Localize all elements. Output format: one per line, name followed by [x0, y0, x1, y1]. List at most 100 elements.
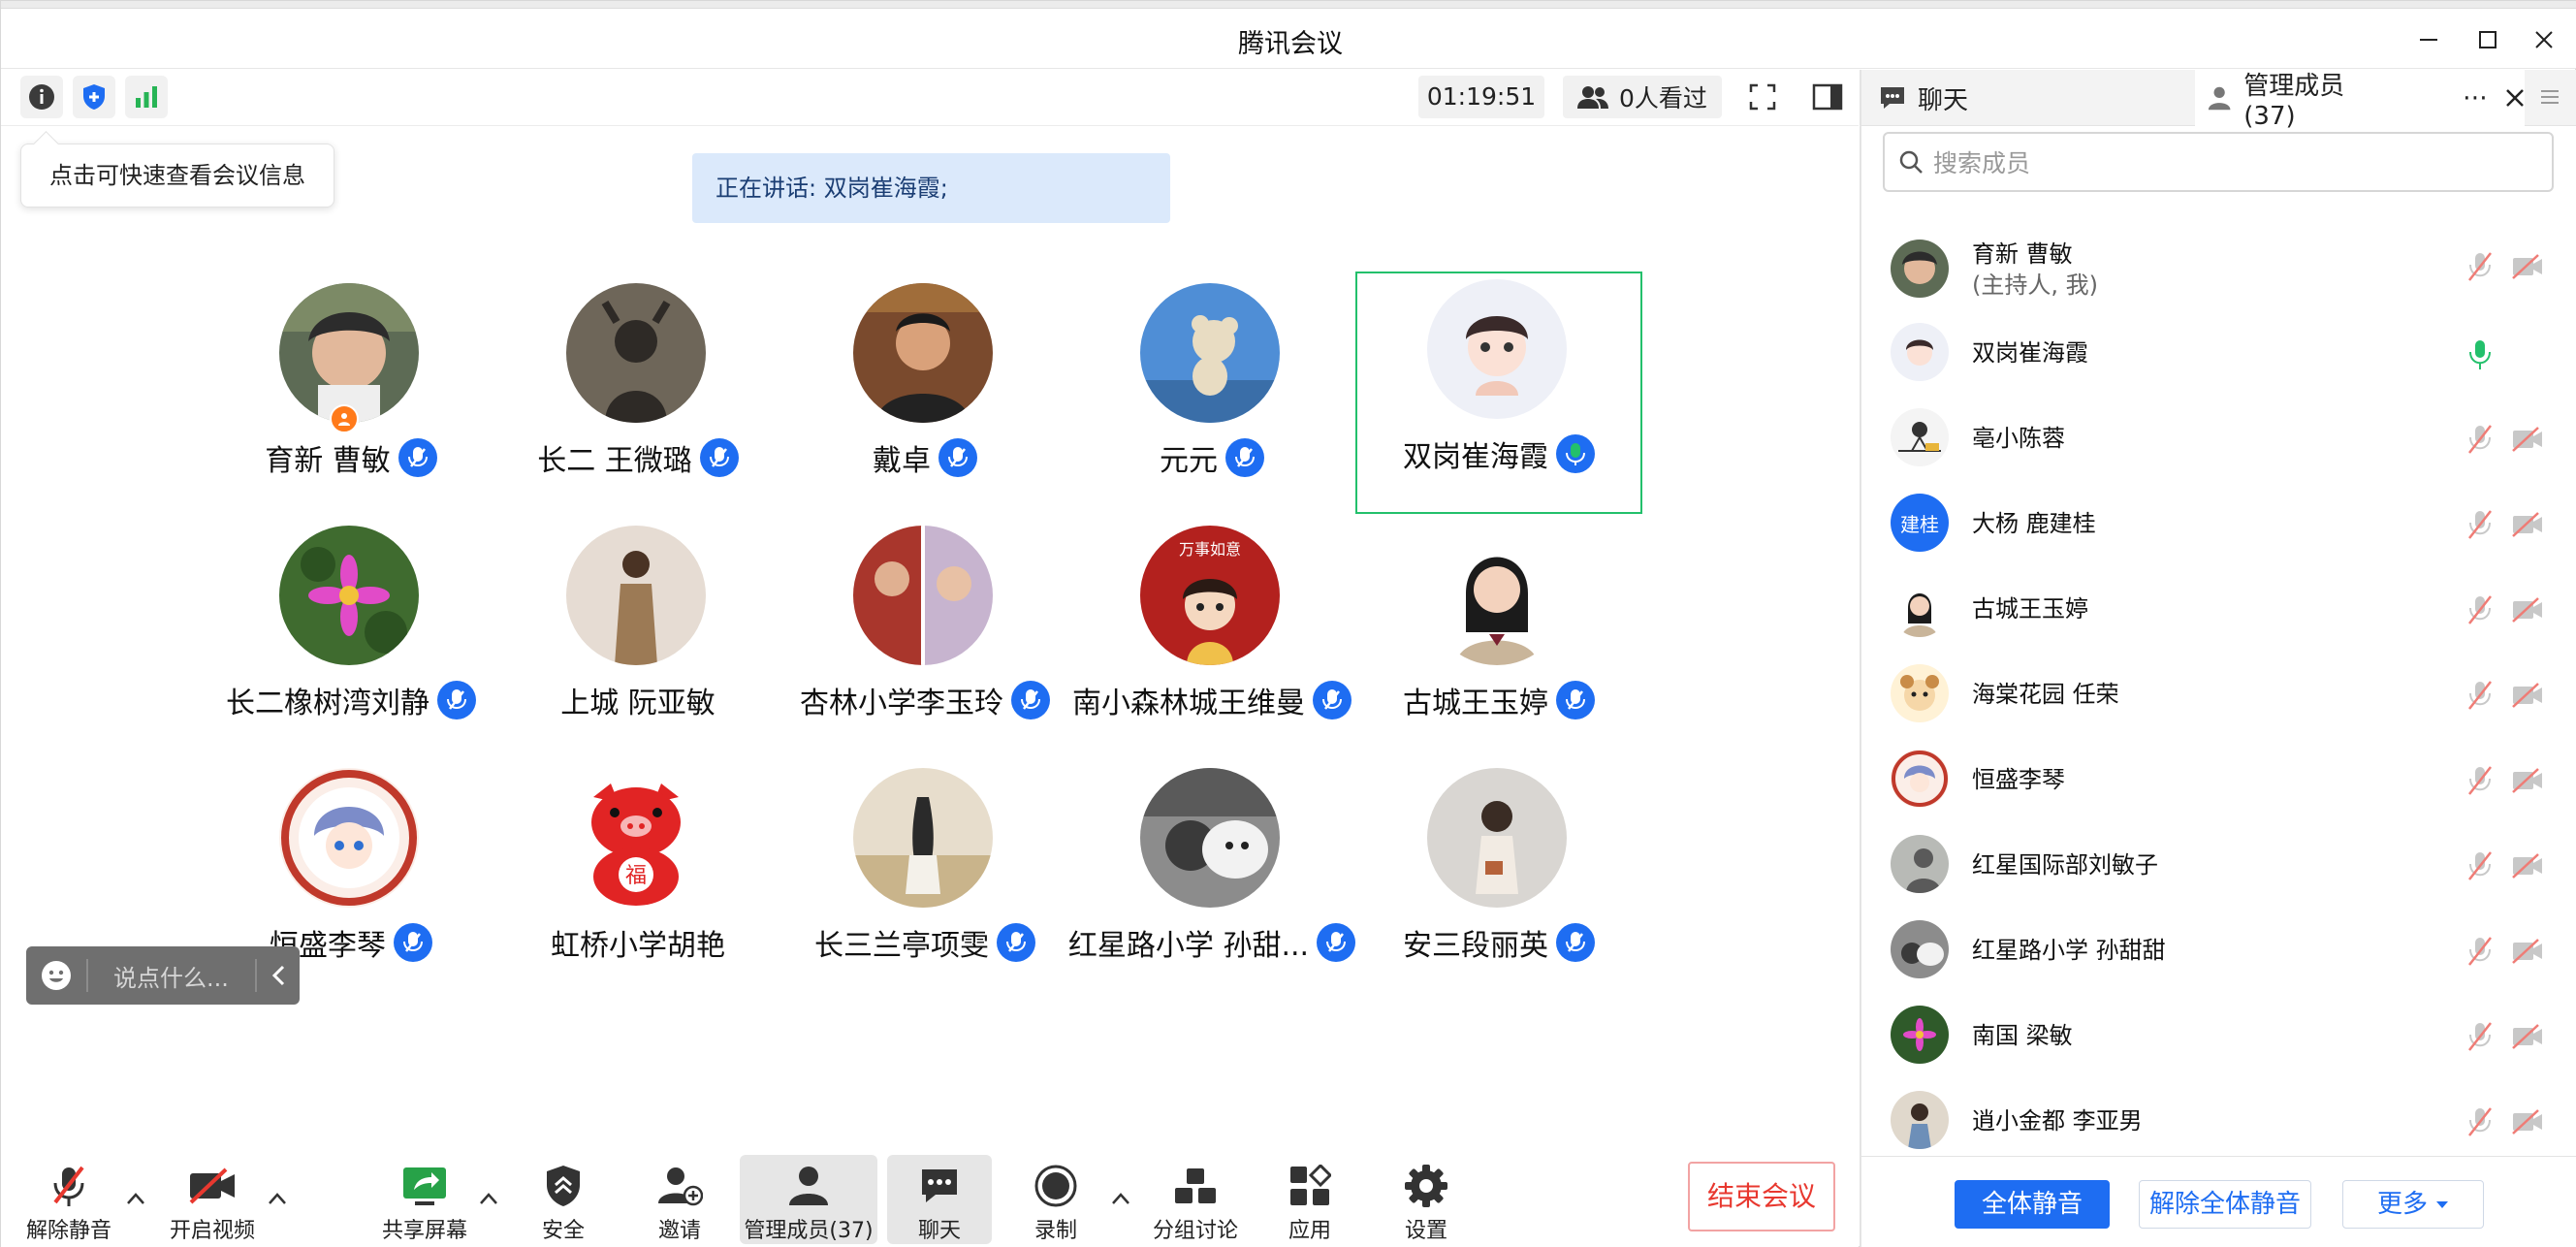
more-label: 更多	[2376, 1190, 2428, 1219]
share-options-caret-icon[interactable]	[476, 1186, 501, 1211]
toggle-sidebar-button[interactable]	[1806, 76, 1849, 118]
participant-tile[interactable]: 福 虹桥小学胡艳	[494, 760, 781, 1003]
member-name: 双岗崔海霞	[1972, 339, 2088, 367]
member-role: (主持人, 我)	[1972, 272, 2098, 299]
camera-off-icon[interactable]	[2511, 853, 2544, 879]
mic-speaking-icon[interactable]	[2466, 337, 2494, 370]
participant-tile[interactable]: 红星路小学 孙甜...	[1068, 760, 1356, 1003]
camera-off-icon[interactable]	[2511, 597, 2544, 623]
end-meeting-button[interactable]: 结束会议	[1688, 1162, 1835, 1231]
mute-all-button[interactable]: 全体静音	[1955, 1180, 2110, 1229]
quick-chat-input[interactable]: 说点什么...	[88, 959, 255, 993]
record-button[interactable]: 录制	[1017, 1155, 1095, 1244]
participant-tile[interactable]: 长二 王微璐	[494, 275, 781, 518]
invite-button[interactable]: 邀请	[641, 1155, 718, 1244]
camera-off-icon[interactable]	[2511, 768, 2544, 793]
member-row[interactable]: 海棠花园 任荣	[1861, 648, 2576, 731]
participant-tile[interactable]: 育新 曹敏	[207, 275, 494, 518]
participant-tile-active-speaker[interactable]: 双岗崔海霞	[1355, 272, 1642, 514]
mic-muted-icon[interactable]	[2466, 508, 2494, 541]
unmute-button[interactable]: 解除静音	[20, 1155, 117, 1244]
participant-name: 元元	[1160, 444, 1218, 478]
mic-muted-icon[interactable]	[2466, 935, 2494, 968]
start-video-button[interactable]: 开启视频	[162, 1155, 263, 1244]
quick-chat-bar[interactable]: 说点什么...	[26, 946, 300, 1005]
collapse-chevron-icon[interactable]	[257, 964, 300, 987]
mic-muted-icon[interactable]	[2466, 849, 2494, 882]
chat-icon	[1881, 87, 1904, 109]
participant-tile[interactable]: 长二橡树湾刘静	[207, 518, 494, 760]
participant-tile[interactable]: 戴卓	[781, 275, 1068, 518]
participant-tile[interactable]: 长三兰亭项雯	[781, 760, 1068, 1003]
participant-tile[interactable]: 万事如意 南小森林城王维曼	[1068, 518, 1355, 760]
camera-off-icon[interactable]	[2511, 512, 2544, 537]
camera-off-icon[interactable]	[2511, 427, 2544, 452]
camera-off-icon[interactable]	[2511, 683, 2544, 708]
tab-manage-members[interactable]: 管理成员(37) ⋯	[2195, 70, 2525, 131]
mic-on-icon	[394, 923, 432, 962]
avatar: 万事如意	[1140, 526, 1280, 665]
member-row[interactable]: 南国 梁敏	[1861, 989, 2576, 1072]
avatar	[1427, 279, 1567, 419]
fullscreen-button[interactable]	[1741, 76, 1784, 118]
member-row[interactable]: 建桂 大杨 鹿建桂	[1861, 477, 2576, 560]
settings-button[interactable]: 设置	[1387, 1155, 1465, 1244]
panel-menu-icon[interactable]	[2538, 85, 2561, 109]
participant-tile[interactable]: 杏林小学李玉玲	[781, 518, 1068, 760]
emoji-icon[interactable]	[26, 959, 86, 992]
apps-label: 应用	[1288, 1219, 1331, 1243]
camera-off-icon[interactable]	[2511, 939, 2544, 964]
mic-muted-icon[interactable]	[2466, 423, 2494, 456]
viewers-button[interactable]: 0人看过	[1563, 76, 1722, 118]
breakout-rooms-button[interactable]: 分组讨论	[1147, 1155, 1244, 1244]
mic-muted-icon[interactable]	[2466, 250, 2494, 283]
mic-muted-icon[interactable]	[2466, 679, 2494, 712]
participant-tile[interactable]: 古城王玉婷	[1355, 518, 1642, 760]
member-row[interactable]: 恒盛李琴	[1861, 733, 2576, 816]
share-screen-button[interactable]: 共享屏幕	[379, 1155, 470, 1244]
audio-options-caret-icon[interactable]	[123, 1186, 148, 1211]
member-row[interactable]: 双岗崔海霞	[1861, 306, 2576, 390]
chat-button[interactable]: 聊天	[887, 1155, 992, 1244]
more-options-icon[interactable]: ⋯	[2463, 83, 2490, 112]
security-button[interactable]: 安全	[525, 1155, 602, 1244]
member-name: 育新 曹敏	[1972, 240, 2073, 268]
more-button[interactable]: 更多	[2342, 1180, 2484, 1229]
minimize-button[interactable]	[2413, 24, 2444, 55]
avatar	[1427, 526, 1567, 665]
apps-button[interactable]: 应用	[1271, 1155, 1349, 1244]
participant-tile[interactable]: 安三段丽英	[1355, 760, 1642, 1003]
manage-members-button[interactable]: 管理成员(37)	[740, 1155, 877, 1244]
mic-muted-icon[interactable]	[2466, 764, 2494, 797]
member-row[interactable]: 红星国际部刘敏子	[1861, 818, 2576, 902]
member-row[interactable]: 逍小金都 李亚男	[1861, 1074, 2576, 1158]
camera-off-icon[interactable]	[2511, 254, 2544, 279]
record-options-caret-icon[interactable]	[1108, 1186, 1133, 1211]
camera-off-icon[interactable]	[2511, 1109, 2544, 1135]
maximize-button[interactable]	[2472, 24, 2503, 55]
mic-muted-icon[interactable]	[2466, 1105, 2494, 1138]
camera-off-icon[interactable]	[2511, 1024, 2544, 1049]
viewers-label: 0人看过	[1619, 84, 1707, 112]
unmute-all-button[interactable]: 解除全体静音	[2139, 1180, 2311, 1229]
member-row[interactable]: 亳小陈蓉	[1861, 392, 2576, 475]
network-status-button[interactable]	[125, 76, 168, 118]
member-search-input[interactable]: 搜索成员	[1883, 132, 2554, 192]
members-icon	[2208, 86, 2231, 111]
video-options-caret-icon[interactable]	[265, 1186, 290, 1211]
participant-tile[interactable]: 元元	[1068, 275, 1355, 518]
meeting-info-button[interactable]	[20, 76, 63, 118]
mic-muted-icon[interactable]	[2466, 593, 2494, 626]
participant-tile[interactable]: 上城 阮亚敏	[494, 518, 781, 760]
tab-chat[interactable]: 聊天	[1871, 70, 2201, 126]
mic-on-icon	[938, 438, 977, 477]
mic-on-icon	[997, 923, 1035, 962]
member-row[interactable]: 育新 曹敏 (主持人, 我)	[1861, 223, 2576, 306]
close-window-button[interactable]	[2528, 24, 2560, 55]
security-status-button[interactable]	[73, 76, 115, 118]
member-row[interactable]: 古城王玉婷	[1861, 562, 2576, 646]
mic-muted-icon[interactable]	[2466, 1020, 2494, 1053]
member-name: 南国 梁敏	[1972, 1022, 2073, 1049]
close-panel-icon[interactable]	[2505, 88, 2525, 108]
member-row[interactable]: 红星路小学 孙甜甜	[1861, 904, 2576, 987]
